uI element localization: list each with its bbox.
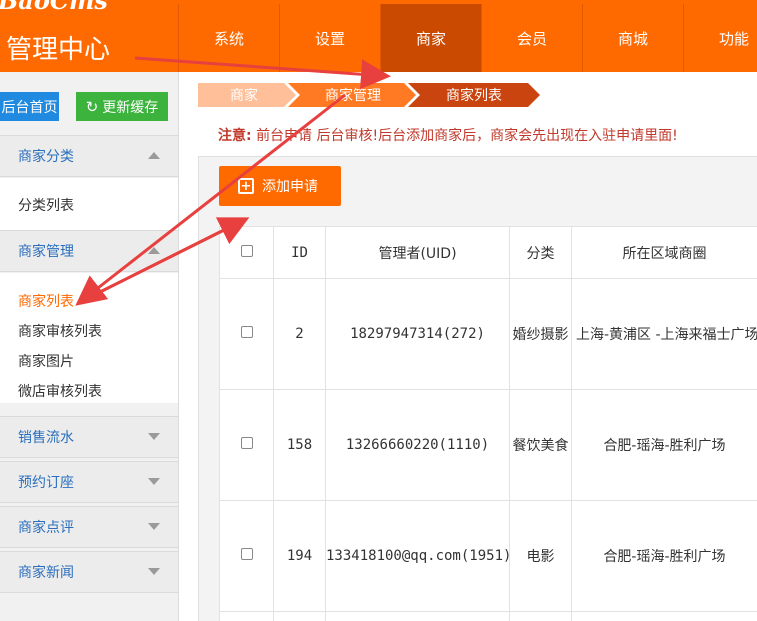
- table-row-partial: [219, 611, 757, 621]
- sidebar-group-reservation[interactable]: 预约订座: [0, 461, 178, 503]
- row-select-cell: [219, 500, 274, 612]
- cell-region: 上海-黄浦区 -上海来福士广场: [571, 278, 757, 390]
- notice-text: 前台申请 后台审核!后台添加商家后，商家会先出现在入驻申请里面!: [256, 128, 678, 144]
- row-select-cell: [219, 389, 274, 501]
- sidebar-group-label: 商家点评: [18, 520, 74, 536]
- column-header-manager[interactable]: 管理者(UID): [325, 226, 510, 279]
- top-nav: 系统 设置 商家 会员 商城 功能: [178, 4, 757, 72]
- select-all-checkbox[interactable]: [240, 244, 253, 257]
- row-checkbox[interactable]: [240, 437, 253, 449]
- table-header-row: ID 管理者(UID) 分类 所在区域商圈: [219, 226, 757, 279]
- sidebar-group-body: 商家列表 商家审核列表 商家图片 微店审核列表: [0, 273, 178, 403]
- refresh-cache-label: 更新缓存: [102, 99, 159, 116]
- sidebar-group-merchant-category[interactable]: 商家分类: [0, 135, 178, 177]
- sidebar-group-merchant-news[interactable]: 商家新闻: [0, 551, 178, 593]
- refresh-cache-button[interactable]: ↻ 更新缓存: [76, 92, 168, 121]
- column-header-region[interactable]: 所在区域商圈: [571, 226, 757, 279]
- table-row: 2 18297947314(272) 婚纱摄影 上海-黄浦区 -上海来福士广场: [219, 278, 757, 390]
- chevron-up-icon: [148, 152, 160, 159]
- plus-square-icon: +: [238, 178, 254, 194]
- sidebar-group-label: 商家分类: [18, 149, 74, 165]
- cell-category: 餐饮美食: [509, 389, 572, 501]
- topnav-member[interactable]: 会员: [481, 4, 582, 72]
- topnav-mall[interactable]: 商城: [582, 4, 683, 72]
- sidebar-group-body: 分类列表: [0, 178, 178, 230]
- top-header: BaoCms 管理中心 系统 设置 商家 会员 商城 功能: [0, 0, 757, 72]
- sidebar-group-sales-flow[interactable]: 销售流水: [0, 416, 178, 458]
- cell-manager: 18297947314(272): [325, 278, 510, 390]
- add-application-label: 添加申请: [262, 179, 318, 195]
- sidebar: 后台首页 ↻ 更新缓存 商家分类 分类列表 商家管理 商家列表 商家审核列表 商…: [0, 72, 179, 621]
- app-root: BaoCms 管理中心 系统 设置 商家 会员 商城 功能 后台首页 ↻ 更新缓…: [0, 0, 757, 621]
- column-header-id[interactable]: ID: [273, 226, 326, 279]
- chevron-up-icon: [148, 247, 160, 254]
- sidebar-item-microshop-review-list[interactable]: 微店审核列表: [18, 381, 102, 401]
- sidebar-item-merchant-images[interactable]: 商家图片: [18, 351, 74, 371]
- column-header-manager-label: 管理者(UID): [378, 245, 457, 262]
- chevron-down-icon: [148, 568, 160, 575]
- cell-id: 158: [273, 389, 326, 501]
- admin-title: 管理中心: [6, 35, 111, 65]
- logo: BaoCms: [0, 0, 108, 15]
- topnav-merchant[interactable]: 商家: [380, 4, 481, 72]
- sidebar-group-merchant-reviews[interactable]: 商家点评: [0, 506, 178, 548]
- sidebar-group-label: 商家新闻: [18, 565, 74, 581]
- notice: 注意: 前台申请 后台审核!后台添加商家后，商家会先出现在入驻申请里面!: [218, 125, 678, 145]
- column-header-category[interactable]: 分类: [509, 226, 572, 279]
- cell-category: 电影: [509, 500, 572, 612]
- table-row: 158 13266660220(1110) 餐饮美食 合肥-瑶海-胜利广场: [219, 389, 757, 501]
- refresh-icon: ↻: [85, 97, 99, 116]
- cell-id: 194: [273, 500, 326, 612]
- topnav-settings[interactable]: 设置: [279, 4, 380, 72]
- chevron-down-icon: [148, 433, 160, 440]
- sidebar-group-merchant-management[interactable]: 商家管理: [0, 230, 178, 272]
- row-checkbox[interactable]: [240, 326, 253, 338]
- cell-region: 合肥-瑶海-胜利广场: [571, 389, 757, 501]
- cell-region: 合肥-瑶海-胜利广场: [571, 500, 757, 612]
- cell-manager: 13266660220(1110): [325, 389, 510, 501]
- sidebar-group-label: 预约订座: [18, 475, 74, 491]
- sidebar-item-category-list[interactable]: 分类列表: [18, 195, 74, 215]
- cell-category: 婚纱摄影: [509, 278, 572, 390]
- select-all-cell: [219, 226, 274, 279]
- chevron-down-icon: [148, 478, 160, 485]
- row-checkbox[interactable]: [240, 548, 253, 560]
- table-row: 194 133418100@qq.com(1951) 电影 合肥-瑶海-胜利广场: [219, 500, 757, 612]
- sidebar-group-label: 销售流水: [18, 430, 74, 446]
- add-application-button[interactable]: + 添加申请: [219, 166, 341, 206]
- sidebar-item-merchant-list[interactable]: 商家列表: [18, 291, 74, 311]
- cell-manager: 133418100@qq.com(1951): [325, 500, 510, 612]
- cell-id: 2: [273, 278, 326, 390]
- merchant-table: ID 管理者(UID) 分类 所在区域商圈 2 18297947314(272)…: [219, 226, 757, 621]
- breadcrumb-item-merchant[interactable]: 商家: [198, 83, 290, 107]
- chevron-down-icon: [148, 523, 160, 530]
- row-select-cell: [219, 278, 274, 390]
- sidebar-item-merchant-review-list[interactable]: 商家审核列表: [18, 321, 102, 341]
- topnav-system[interactable]: 系统: [178, 4, 279, 72]
- breadcrumb-item-merchant-list: 商家列表: [446, 88, 502, 104]
- breadcrumb-item-merchant-management[interactable]: 商家管理: [298, 83, 408, 107]
- home-button[interactable]: 后台首页: [0, 92, 59, 121]
- sidebar-group-label: 商家管理: [18, 244, 74, 260]
- notice-label: 注意:: [218, 128, 252, 144]
- topnav-functions[interactable]: 功能: [683, 4, 757, 72]
